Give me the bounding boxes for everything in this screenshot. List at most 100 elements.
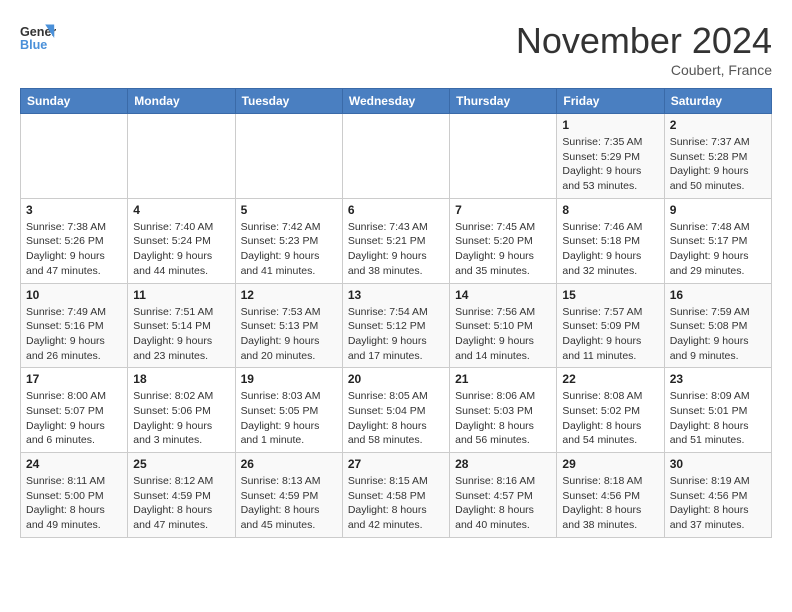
weekday-header: Sunday — [21, 89, 128, 114]
day-info: Sunrise: 7:56 AM Sunset: 5:10 PM Dayligh… — [455, 305, 551, 364]
day-number: 26 — [241, 457, 337, 471]
calendar-header: SundayMondayTuesdayWednesdayThursdayFrid… — [21, 89, 772, 114]
page-header: General Blue November 2024 Coubert, Fran… — [20, 20, 772, 78]
calendar-cell: 11 Sunrise: 7:51 AM Sunset: 5:14 PM Dayli… — [128, 283, 235, 368]
day-info: Sunrise: 8:06 AM Sunset: 5:03 PM Dayligh… — [455, 389, 551, 448]
day-info: Sunrise: 8:18 AM Sunset: 4:56 PM Dayligh… — [562, 474, 658, 533]
day-number: 17 — [26, 372, 122, 386]
day-info: Sunrise: 7:42 AM Sunset: 5:23 PM Dayligh… — [241, 220, 337, 279]
day-number: 27 — [348, 457, 444, 471]
day-info: Sunrise: 8:05 AM Sunset: 5:04 PM Dayligh… — [348, 389, 444, 448]
day-number: 19 — [241, 372, 337, 386]
calendar-cell: 26 Sunrise: 8:13 AM Sunset: 4:59 PM Dayli… — [235, 453, 342, 538]
day-number: 16 — [670, 288, 766, 302]
day-info: Sunrise: 7:40 AM Sunset: 5:24 PM Dayligh… — [133, 220, 229, 279]
calendar-table: SundayMondayTuesdayWednesdayThursdayFrid… — [20, 88, 772, 538]
calendar-cell: 14 Sunrise: 7:56 AM Sunset: 5:10 PM Dayli… — [450, 283, 557, 368]
logo: General Blue — [20, 20, 56, 56]
svg-text:Blue: Blue — [20, 38, 47, 52]
calendar-cell: 12 Sunrise: 7:53 AM Sunset: 5:13 PM Dayli… — [235, 283, 342, 368]
calendar-cell: 5 Sunrise: 7:42 AM Sunset: 5:23 PM Daylig… — [235, 198, 342, 283]
day-number: 23 — [670, 372, 766, 386]
day-number: 29 — [562, 457, 658, 471]
location: Coubert, France — [516, 62, 772, 78]
day-info: Sunrise: 8:12 AM Sunset: 4:59 PM Dayligh… — [133, 474, 229, 533]
calendar-cell: 10 Sunrise: 7:49 AM Sunset: 5:16 PM Dayli… — [21, 283, 128, 368]
day-info: Sunrise: 7:51 AM Sunset: 5:14 PM Dayligh… — [133, 305, 229, 364]
day-info: Sunrise: 8:13 AM Sunset: 4:59 PM Dayligh… — [241, 474, 337, 533]
calendar-cell — [342, 114, 449, 199]
day-number: 12 — [241, 288, 337, 302]
calendar-cell — [21, 114, 128, 199]
day-number: 18 — [133, 372, 229, 386]
day-number: 3 — [26, 203, 122, 217]
weekday-header: Friday — [557, 89, 664, 114]
calendar-cell — [235, 114, 342, 199]
day-info: Sunrise: 7:48 AM Sunset: 5:17 PM Dayligh… — [670, 220, 766, 279]
calendar-cell: 6 Sunrise: 7:43 AM Sunset: 5:21 PM Daylig… — [342, 198, 449, 283]
weekday-header: Monday — [128, 89, 235, 114]
day-info: Sunrise: 8:11 AM Sunset: 5:00 PM Dayligh… — [26, 474, 122, 533]
day-number: 15 — [562, 288, 658, 302]
day-info: Sunrise: 8:08 AM Sunset: 5:02 PM Dayligh… — [562, 389, 658, 448]
day-number: 10 — [26, 288, 122, 302]
day-number: 11 — [133, 288, 229, 302]
calendar-cell: 25 Sunrise: 8:12 AM Sunset: 4:59 PM Dayli… — [128, 453, 235, 538]
day-info: Sunrise: 8:02 AM Sunset: 5:06 PM Dayligh… — [133, 389, 229, 448]
weekday-header: Wednesday — [342, 89, 449, 114]
calendar-cell: 21 Sunrise: 8:06 AM Sunset: 5:03 PM Dayli… — [450, 368, 557, 453]
calendar-cell: 3Sunrise: 7:38 AM Sunset: 5:26 PM Daylig… — [21, 198, 128, 283]
day-number: 14 — [455, 288, 551, 302]
day-number: 28 — [455, 457, 551, 471]
day-number: 7 — [455, 203, 551, 217]
day-info: Sunrise: 8:16 AM Sunset: 4:57 PM Dayligh… — [455, 474, 551, 533]
day-number: 8 — [562, 203, 658, 217]
calendar-cell: 2 Sunrise: 7:37 AM Sunset: 5:28 PM Daylig… — [664, 114, 771, 199]
day-info: Sunrise: 7:59 AM Sunset: 5:08 PM Dayligh… — [670, 305, 766, 364]
calendar-cell: 8 Sunrise: 7:46 AM Sunset: 5:18 PM Daylig… — [557, 198, 664, 283]
day-info: Sunrise: 7:46 AM Sunset: 5:18 PM Dayligh… — [562, 220, 658, 279]
day-info: Sunrise: 8:03 AM Sunset: 5:05 PM Dayligh… — [241, 389, 337, 448]
day-number: 30 — [670, 457, 766, 471]
day-info: Sunrise: 8:09 AM Sunset: 5:01 PM Dayligh… — [670, 389, 766, 448]
day-number: 4 — [133, 203, 229, 217]
calendar-cell — [450, 114, 557, 199]
calendar-cell: 27 Sunrise: 8:15 AM Sunset: 4:58 PM Dayli… — [342, 453, 449, 538]
calendar-cell: 28 Sunrise: 8:16 AM Sunset: 4:57 PM Dayli… — [450, 453, 557, 538]
day-info: Sunrise: 7:49 AM Sunset: 5:16 PM Dayligh… — [26, 305, 122, 364]
calendar-cell: 18 Sunrise: 8:02 AM Sunset: 5:06 PM Dayli… — [128, 368, 235, 453]
calendar-cell: 17 Sunrise: 8:00 AM Sunset: 5:07 PM Dayli… — [21, 368, 128, 453]
calendar-cell: 24 Sunrise: 8:11 AM Sunset: 5:00 PM Dayli… — [21, 453, 128, 538]
day-info: Sunrise: 8:15 AM Sunset: 4:58 PM Dayligh… — [348, 474, 444, 533]
day-info: Sunrise: 8:19 AM Sunset: 4:56 PM Dayligh… — [670, 474, 766, 533]
day-info: Sunrise: 7:35 AM Sunset: 5:29 PM Dayligh… — [562, 135, 658, 194]
day-number: 2 — [670, 118, 766, 132]
calendar-cell: 30 Sunrise: 8:19 AM Sunset: 4:56 PM Dayli… — [664, 453, 771, 538]
calendar-cell: 13Sunrise: 7:54 AM Sunset: 5:12 PM Dayli… — [342, 283, 449, 368]
day-number: 24 — [26, 457, 122, 471]
day-number: 25 — [133, 457, 229, 471]
day-info: Sunrise: 7:53 AM Sunset: 5:13 PM Dayligh… — [241, 305, 337, 364]
calendar-cell: 4 Sunrise: 7:40 AM Sunset: 5:24 PM Daylig… — [128, 198, 235, 283]
calendar-cell: 15 Sunrise: 7:57 AM Sunset: 5:09 PM Dayli… — [557, 283, 664, 368]
calendar-cell: 16 Sunrise: 7:59 AM Sunset: 5:08 PM Dayli… — [664, 283, 771, 368]
day-info: Sunrise: 8:00 AM Sunset: 5:07 PM Dayligh… — [26, 389, 122, 448]
day-info: Sunrise: 7:37 AM Sunset: 5:28 PM Dayligh… — [670, 135, 766, 194]
day-info: Sunrise: 7:43 AM Sunset: 5:21 PM Dayligh… — [348, 220, 444, 279]
day-number: 5 — [241, 203, 337, 217]
day-info: Sunrise: 7:57 AM Sunset: 5:09 PM Dayligh… — [562, 305, 658, 364]
day-number: 22 — [562, 372, 658, 386]
calendar-cell — [128, 114, 235, 199]
calendar-cell: 20 Sunrise: 8:05 AM Sunset: 5:04 PM Dayli… — [342, 368, 449, 453]
day-number: 20 — [348, 372, 444, 386]
calendar-cell: 1 Sunrise: 7:35 AM Sunset: 5:29 PM Daylig… — [557, 114, 664, 199]
weekday-header: Thursday — [450, 89, 557, 114]
calendar-cell: 7 Sunrise: 7:45 AM Sunset: 5:20 PM Daylig… — [450, 198, 557, 283]
day-number: 1 — [562, 118, 658, 132]
day-info: Sunrise: 7:45 AM Sunset: 5:20 PM Dayligh… — [455, 220, 551, 279]
day-number: 6 — [348, 203, 444, 217]
day-number: 9 — [670, 203, 766, 217]
day-number: 21 — [455, 372, 551, 386]
weekday-header: Tuesday — [235, 89, 342, 114]
day-info: Sunrise: 7:54 AM Sunset: 5:12 PM Dayligh… — [348, 305, 444, 364]
